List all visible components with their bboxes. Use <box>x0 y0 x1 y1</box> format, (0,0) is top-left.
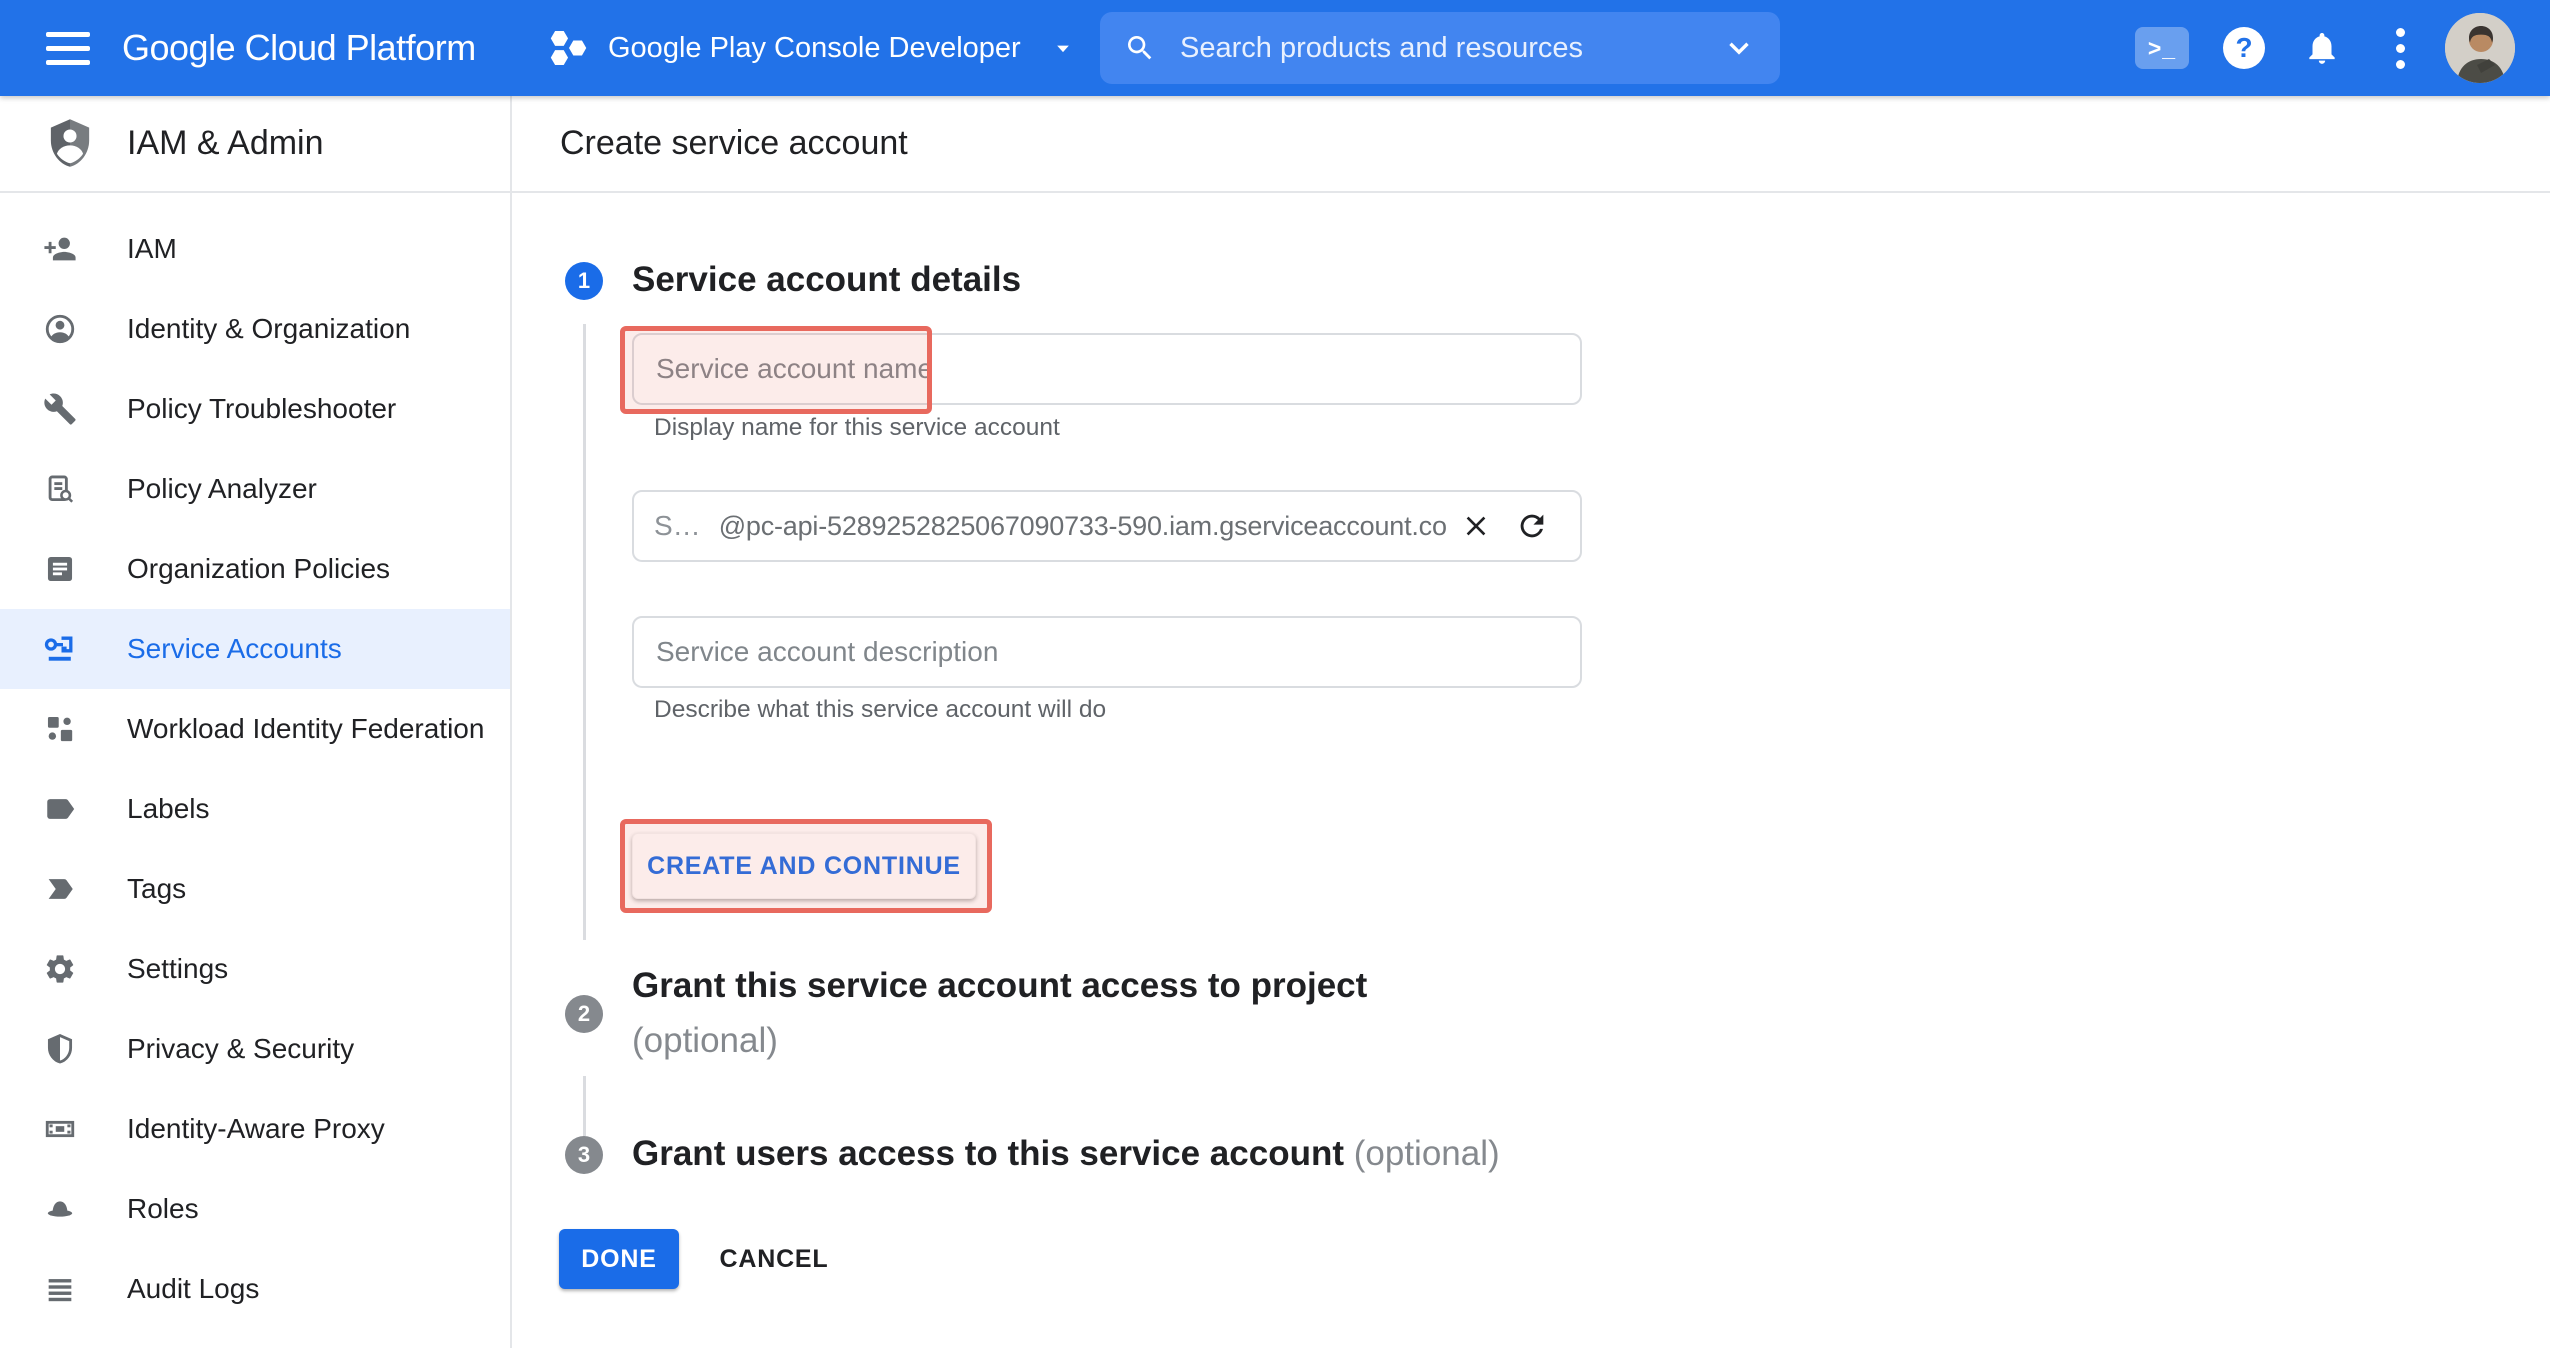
wrench-icon <box>42 391 78 427</box>
sidebar-item-identity-organization[interactable]: Identity & Organization <box>0 289 510 369</box>
gcp-logo[interactable]: Google Cloud Platform <box>122 0 476 96</box>
account-circle-icon <box>42 311 78 347</box>
step-2-badge: 2 <box>565 995 603 1033</box>
chevron-down-icon[interactable] <box>1722 31 1756 65</box>
sidebar-item-labels[interactable]: Labels <box>0 769 510 849</box>
hat-icon <box>42 1191 78 1227</box>
sidebar-item-privacy-security[interactable]: Privacy & Security <box>0 1009 510 1089</box>
tag-arrow-icon <box>42 871 78 907</box>
cancel-button[interactable]: CANCEL <box>708 1229 840 1289</box>
main-content: Create service account 1 Service account… <box>512 96 2550 1348</box>
sidebar-item-roles[interactable]: Roles <box>0 1169 510 1249</box>
gear-icon <box>42 951 78 987</box>
sidebar-item-workload-identity-federation[interactable]: Workload Identity Federation <box>0 689 510 769</box>
top-bar: Google Cloud Platform Google Play Consol… <box>0 0 2550 96</box>
project-name: Google Play Console Developer <box>608 32 1021 65</box>
id-domain-text: @pc-api-5289252825067090733-590.iam.gser… <box>719 511 1448 542</box>
create-and-continue-button[interactable]: CREATE AND CONTINUE <box>632 833 976 899</box>
service-account-name-input[interactable] <box>654 352 1560 386</box>
page-title: Create service account <box>560 96 908 191</box>
service-account-description-input[interactable] <box>654 635 1560 669</box>
article-icon <box>42 551 78 587</box>
search-icon <box>1124 32 1156 64</box>
description-helper-text: Describe what this service account will … <box>654 696 1106 724</box>
workspaces-icon <box>42 711 78 747</box>
clear-icon[interactable] <box>1448 498 1504 554</box>
avatar[interactable] <box>2444 0 2516 96</box>
shield-icon <box>42 1031 78 1067</box>
step-3-optional-text: (optional) <box>1354 1134 1500 1173</box>
sidebar-nav: IAM Identity & Organization Policy Troub… <box>0 193 510 1329</box>
stepper-line <box>583 1076 586 1136</box>
iam-admin-shield-icon <box>42 112 98 174</box>
sidebar-item-service-accounts[interactable]: Service Accounts <box>0 609 510 689</box>
service-account-id-field[interactable]: S… @pc-api-5289252825067090733-590.iam.g… <box>632 490 1582 562</box>
cloud-shell-icon[interactable]: >_ <box>2132 0 2192 96</box>
more-vert-icon[interactable] <box>2376 0 2424 96</box>
notifications-icon[interactable] <box>2294 0 2350 96</box>
avatar-photo <box>2445 13 2515 83</box>
stepper-line <box>583 324 586 940</box>
gcp-console: Google Cloud Platform Google Play Consol… <box>0 0 2550 1348</box>
document-search-icon <box>42 471 78 507</box>
proxy-icon <box>42 1111 78 1147</box>
sidebar-title: IAM & Admin <box>127 96 324 191</box>
id-prefix-text: S… <box>654 510 701 542</box>
person-add-icon <box>42 231 78 267</box>
sidebar-item-organization-policies[interactable]: Organization Policies <box>0 529 510 609</box>
step-3-title: Grant users access to this service accou… <box>632 1132 1500 1176</box>
search-input[interactable] <box>1178 31 1722 66</box>
search-bar[interactable] <box>1100 12 1780 84</box>
service-account-description-field[interactable] <box>632 616 1582 688</box>
step-2-title: Grant this service account access to pro… <box>632 958 1367 1068</box>
help-icon[interactable]: ? <box>2216 0 2272 96</box>
sidebar: IAM & Admin IAM Identity & Organization … <box>0 96 512 1348</box>
step-1-title: Service account details <box>632 260 1021 300</box>
service-account-key-icon <box>42 631 78 667</box>
sidebar-header: IAM & Admin <box>0 96 510 193</box>
step-2-optional-text: (optional) <box>632 1021 778 1060</box>
step-3-badge: 3 <box>565 1136 603 1174</box>
step-3-title-text: Grant users access to this service accou… <box>632 1134 1344 1173</box>
sidebar-item-policy-troubleshooter[interactable]: Policy Troubleshooter <box>0 369 510 449</box>
step-1-badge: 1 <box>565 262 603 300</box>
log-lines-icon <box>42 1271 78 1307</box>
sidebar-item-settings[interactable]: Settings <box>0 929 510 1009</box>
project-selector[interactable]: Google Play Console Developer <box>546 0 1077 96</box>
project-hexagons-icon <box>546 25 592 71</box>
sidebar-item-iam[interactable]: IAM <box>0 209 510 289</box>
menu-icon[interactable] <box>46 27 90 69</box>
done-button[interactable]: DONE <box>559 1229 679 1289</box>
caret-down-icon <box>1049 34 1077 62</box>
label-icon <box>42 791 78 827</box>
name-helper-text: Display name for this service account <box>654 414 1060 442</box>
sidebar-item-identity-aware-proxy[interactable]: Identity-Aware Proxy <box>0 1089 510 1169</box>
step-2-title-text: Grant this service account access to pro… <box>632 966 1367 1005</box>
service-account-name-field[interactable] <box>632 333 1582 405</box>
sidebar-item-policy-analyzer[interactable]: Policy Analyzer <box>0 449 510 529</box>
sidebar-item-audit-logs[interactable]: Audit Logs <box>0 1249 510 1329</box>
refresh-icon[interactable] <box>1504 498 1560 554</box>
sidebar-item-tags[interactable]: Tags <box>0 849 510 929</box>
page-header: Create service account <box>512 96 2550 193</box>
